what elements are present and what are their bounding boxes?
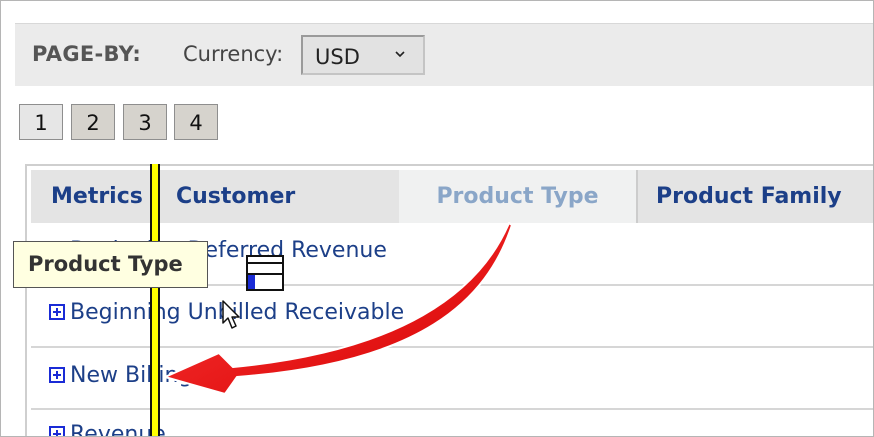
pivot-window: PAGE-BY: Currency: USD 1 2 3 4 Metrics C…	[0, 0, 874, 437]
drag-arrow-icon	[164, 222, 513, 395]
